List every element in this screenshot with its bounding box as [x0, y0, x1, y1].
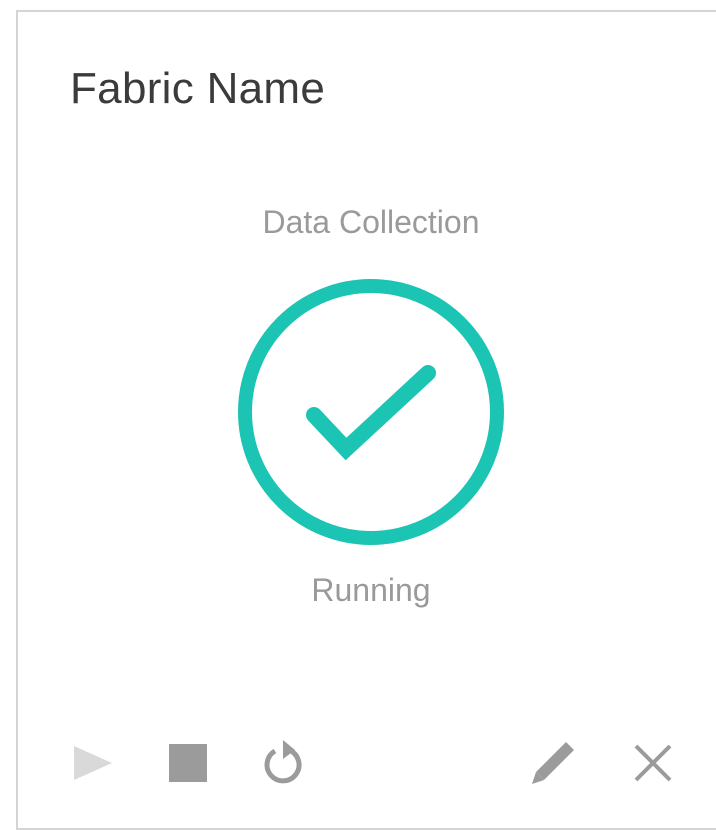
data-collection-label: Data Collection [262, 204, 480, 240]
card-toolbar [18, 732, 716, 792]
play-icon [74, 746, 112, 780]
status-text: Running [311, 572, 431, 608]
stop-icon [169, 744, 207, 782]
restart-button[interactable] [258, 738, 308, 788]
edit-button[interactable] [528, 738, 578, 788]
check-circle-icon [236, 277, 506, 547]
delete-button[interactable] [628, 738, 678, 788]
fabric-title: Fabric Name [70, 64, 326, 113]
close-icon [634, 744, 672, 782]
play-button[interactable] [68, 738, 118, 788]
refresh-icon [264, 740, 302, 784]
fabric-card: Fabric Name Data Collection Running [16, 10, 716, 830]
pencil-icon [532, 742, 574, 784]
stop-button[interactable] [163, 738, 213, 788]
